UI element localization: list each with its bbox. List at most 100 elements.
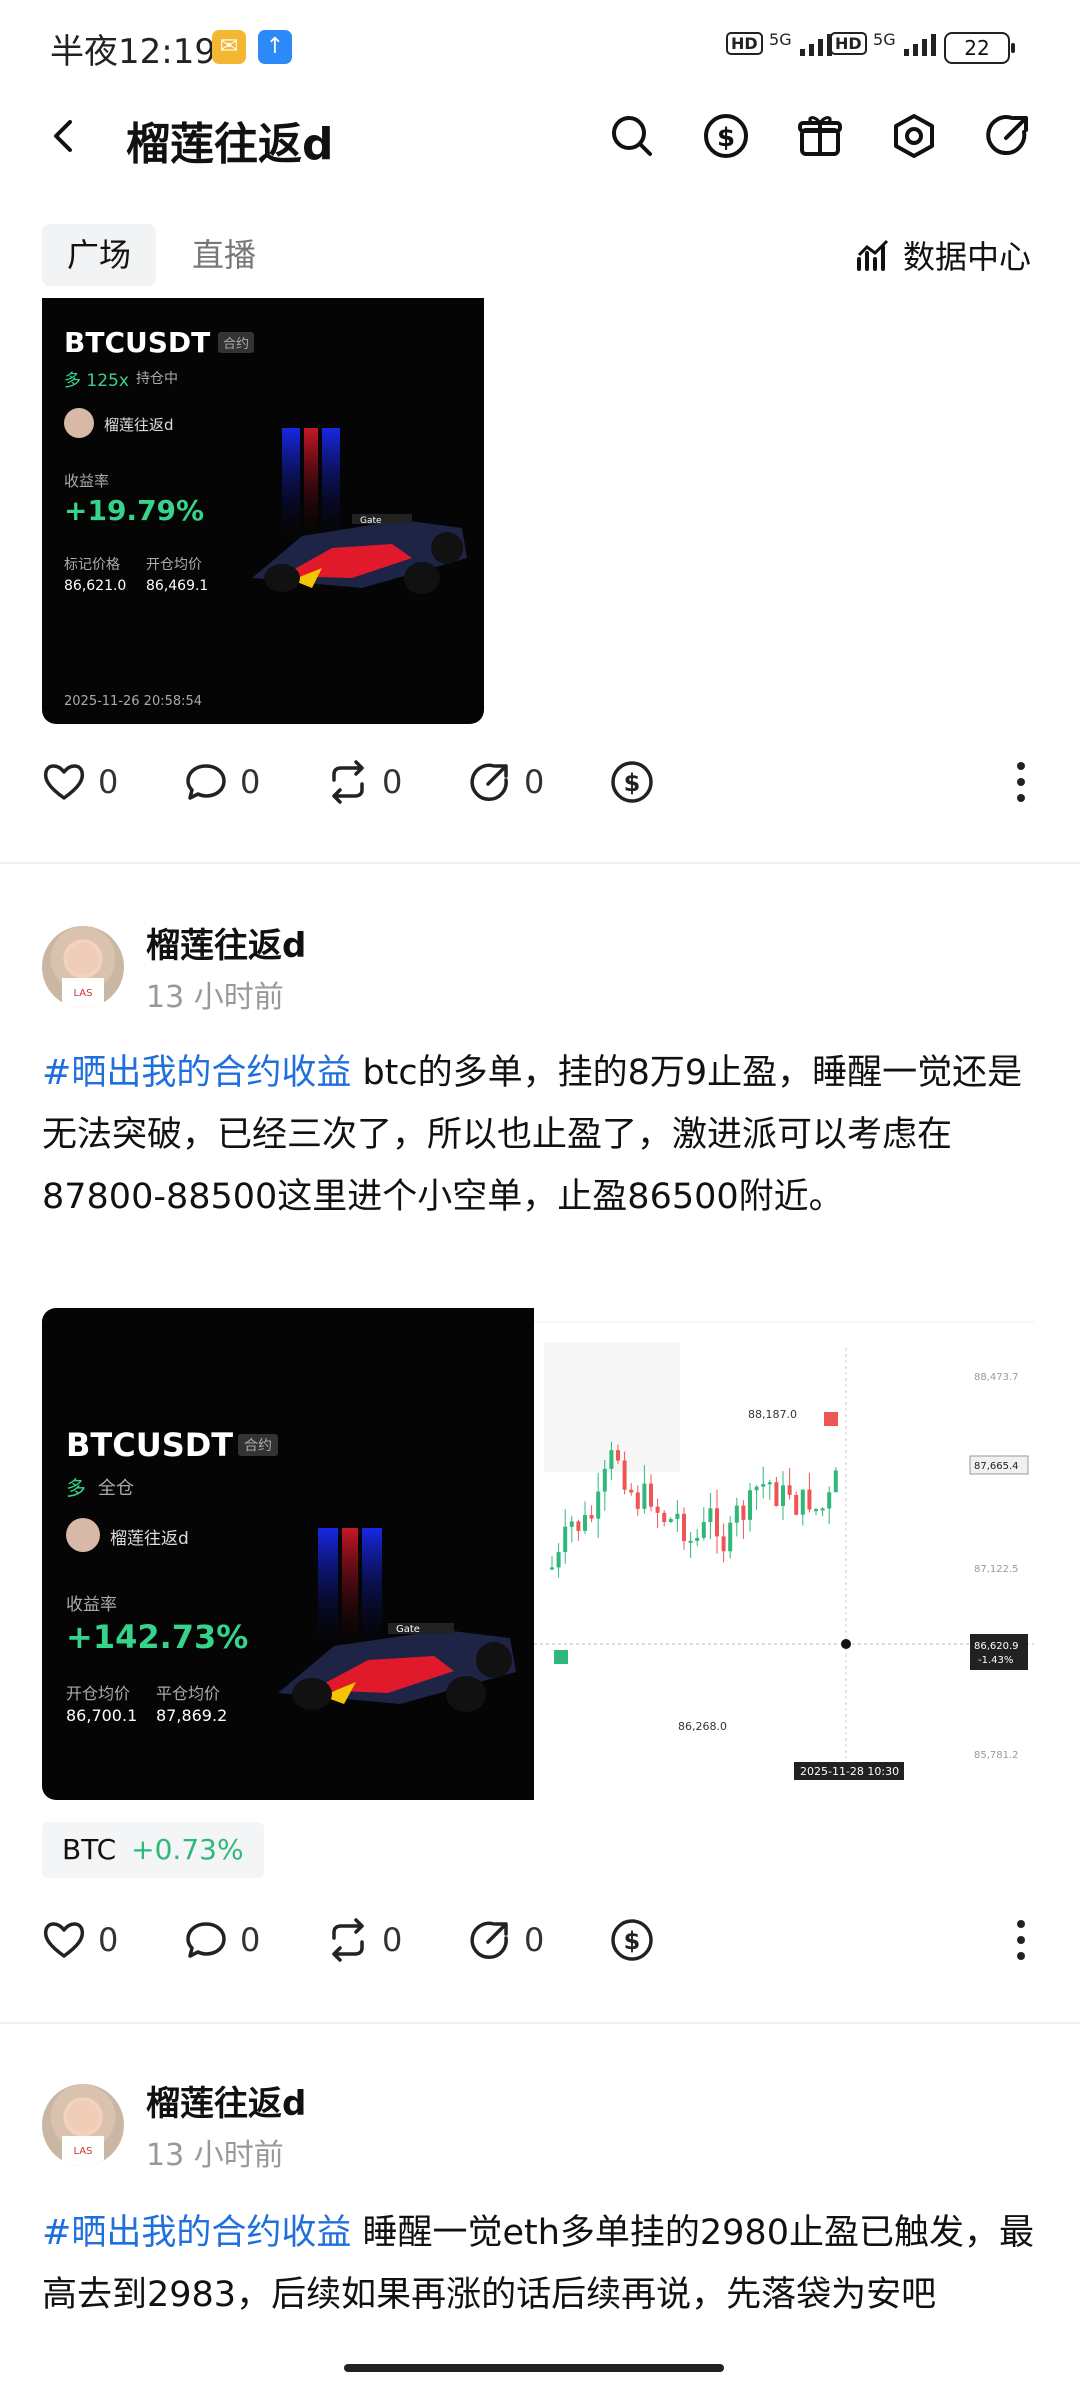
candlestick-chart: 2025-11-28 10:30 88,187.0 86,268.0 88,47…	[534, 1308, 1034, 1800]
race-car-image: Gate	[252, 428, 467, 594]
candle-body	[642, 1483, 647, 1509]
chart-tick: 88,473.7	[974, 1372, 1019, 1383]
candle-body	[800, 1489, 805, 1515]
pnl-card[interactable]: BTCUSDT 合约 多 125x 持仓中 榴莲往返d 收益率 +19.79% …	[42, 298, 484, 724]
share-button[interactable]: 0	[466, 758, 608, 806]
svg-text:Gate: Gate	[360, 516, 382, 526]
card-symbol: BTCUSDT	[64, 326, 211, 359]
search-icon[interactable]	[604, 108, 660, 164]
dollar-icon[interactable]: $	[698, 108, 754, 164]
candle-body	[655, 1506, 660, 1513]
more-options-icon[interactable]	[1016, 1918, 1026, 1962]
candle-body	[701, 1522, 706, 1538]
avatar[interactable]: LAS	[42, 926, 124, 1008]
chip-change: +0.73%	[131, 1833, 244, 1866]
candle-body	[569, 1521, 574, 1527]
candle-body	[563, 1526, 568, 1553]
mail-notification-icon: ✉	[212, 30, 246, 64]
card-tag: 合约	[218, 332, 255, 353]
card-direction: 多 125x	[64, 371, 129, 391]
tab-square[interactable]: 广场	[42, 224, 156, 286]
comment-icon	[186, 1922, 226, 1958]
home-indicator[interactable]	[344, 2364, 724, 2372]
repost-button[interactable]: 0	[324, 1916, 466, 1964]
like-button[interactable]: 0	[40, 758, 182, 806]
tab-live[interactable]: 直播	[192, 224, 256, 286]
comment-count: 0	[240, 763, 261, 801]
comment-count: 0	[240, 1921, 261, 1959]
svg-text:Gate: Gate	[396, 1624, 420, 1635]
candle-body	[556, 1552, 561, 1568]
data-center-label: 数据中心	[903, 238, 1032, 276]
card-status: 持仓中	[136, 371, 178, 387]
price-chart-screenshot[interactable]: 2025-11-28 10:30 88,187.0 86,268.0 88,47…	[534, 1308, 1034, 1800]
pnl-card[interactable]: BTCUSDT 合约 多 全仓 榴莲往返d 收益率 +142.73% 开仓均价 …	[42, 1308, 534, 1800]
signal-1: HD 5G	[726, 30, 842, 57]
heart-icon	[43, 1922, 85, 1958]
coin-chip[interactable]: BTC +0.73%	[42, 1822, 264, 1878]
tip-button[interactable]: $	[608, 1916, 750, 1964]
back-button[interactable]	[40, 108, 90, 164]
share-button[interactable]: 0	[466, 1916, 608, 1964]
candle-body	[833, 1470, 838, 1493]
card-close-value: 87,869.2	[156, 1706, 228, 1725]
gift-icon[interactable]	[792, 108, 848, 164]
chart-tick: 87,665.4	[974, 1461, 1019, 1472]
candle-body	[807, 1489, 812, 1510]
hashtag-link[interactable]: #晒出我的合约收益	[42, 1053, 351, 1093]
repost-icon	[332, 760, 364, 804]
share-count: 0	[524, 1921, 545, 1959]
candle-body	[761, 1484, 766, 1487]
avatar[interactable]: LAS	[42, 2084, 124, 2166]
svg-text:$: $	[624, 1927, 641, 1955]
dollar-icon: $	[611, 1919, 653, 1961]
candle-body	[728, 1522, 733, 1552]
chart-current: 86,620.9	[974, 1641, 1019, 1652]
candle-body	[787, 1485, 792, 1495]
card-open-label: 开仓均价	[146, 557, 202, 573]
candle-body	[616, 1450, 620, 1461]
share-icon[interactable]	[980, 108, 1036, 164]
like-button[interactable]: 0	[40, 1916, 182, 1964]
candle-body	[820, 1508, 825, 1511]
card-direction: 多	[66, 1476, 86, 1500]
heart-icon	[43, 764, 85, 800]
race-car-image: Gate	[278, 1528, 516, 1712]
candle-body	[695, 1537, 700, 1541]
upload-notification-icon: ↑	[258, 30, 292, 64]
card-pnl-label: 收益率	[64, 472, 110, 490]
card-avatar	[66, 1518, 100, 1552]
like-count: 0	[98, 1921, 119, 1959]
card-mark-value: 86,621.0	[64, 578, 127, 594]
comment-icon	[186, 764, 226, 800]
candle-body	[609, 1450, 614, 1469]
divider	[0, 2022, 1080, 2024]
card-avatar	[64, 408, 94, 438]
settings-hexagon-icon[interactable]	[886, 108, 942, 164]
card-user: 榴莲往返d	[110, 1529, 189, 1549]
more-options-icon[interactable]	[1016, 760, 1026, 804]
chart-date-label: 2025-11-28 10:30	[800, 1765, 899, 1778]
author-name[interactable]: 榴莲往返d	[146, 2076, 306, 2125]
candle-body	[662, 1512, 667, 1523]
candle-body	[596, 1491, 601, 1519]
candle-body	[629, 1489, 634, 1493]
hashtag-link[interactable]: #晒出我的合约收益	[42, 2213, 351, 2253]
card-user: 榴莲往返d	[104, 416, 174, 434]
card-close-label: 平仓均价	[156, 1684, 221, 1703]
tip-button[interactable]: $	[608, 758, 750, 806]
candle-body	[622, 1460, 627, 1490]
page-title: 榴莲往返d	[126, 119, 334, 170]
share-icon	[470, 763, 508, 802]
candle-body	[675, 1513, 680, 1520]
comment-button[interactable]: 0	[182, 758, 324, 806]
comment-button[interactable]: 0	[182, 1916, 324, 1964]
candle-body	[583, 1514, 587, 1531]
candle-body	[715, 1508, 719, 1537]
candle-body	[721, 1536, 726, 1552]
card-symbol: BTCUSDT	[66, 1426, 234, 1464]
author-name[interactable]: 榴莲往返d	[146, 918, 306, 967]
data-center-link[interactable]: 数据中心	[855, 232, 1031, 278]
repost-button[interactable]: 0	[324, 758, 466, 806]
candle-body	[767, 1482, 772, 1485]
